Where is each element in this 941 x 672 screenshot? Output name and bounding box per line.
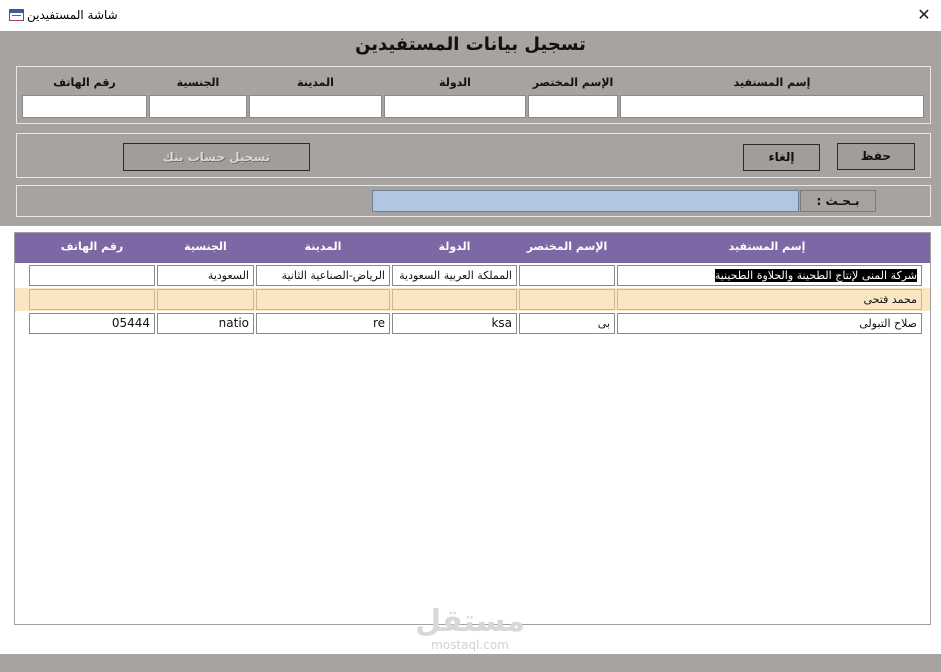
cell-phone[interactable] (29, 265, 155, 286)
phone-input[interactable] (22, 95, 147, 118)
cell-country[interactable] (392, 289, 517, 310)
cancel-button[interactable]: إلغاء (743, 144, 820, 171)
column-header-city: المدينة (304, 240, 342, 253)
watermark-domain: mostaql.com (431, 638, 509, 652)
search-label: بـحـث : (800, 190, 876, 212)
cell-phone[interactable] (29, 289, 155, 310)
column-header-country: الدولة (438, 240, 471, 253)
form-title: تسجيل بيانات المستفيدين (355, 34, 586, 55)
column-header-short-name: الإسم المختصر (526, 240, 608, 253)
column-header-beneficiary-name: إسم المستفيد (728, 240, 806, 253)
cell-nationality[interactable]: السعودية (157, 265, 254, 286)
table-row[interactable]: صلاح التبولى بى ksa re natio 05444 (15, 312, 930, 335)
cell-beneficiary-name[interactable]: صلاح التبولى (617, 313, 922, 334)
column-header-nationality: الجنسية (184, 240, 227, 253)
field-label-nationality: الجنسية (176, 76, 220, 89)
form-footer-bar (0, 654, 941, 672)
field-label-country: الدولة (439, 76, 471, 89)
field-label-short-name: الإسم المختصر (532, 76, 614, 89)
cell-nationality[interactable]: natio (157, 313, 254, 334)
cell-city[interactable]: re (256, 313, 390, 334)
field-label-beneficiary-name: إسم المستفيد (733, 76, 811, 89)
cell-beneficiary-name[interactable]: محمد فتحى (617, 289, 922, 310)
search-input[interactable] (372, 190, 799, 212)
beneficiary-name-input[interactable] (620, 95, 924, 118)
field-label-phone: رقم الهاتف (53, 76, 116, 89)
country-input[interactable] (384, 95, 526, 118)
field-label-city: المدينة (297, 76, 334, 89)
watermark-logo: مستقل (415, 604, 525, 639)
cell-phone[interactable]: 05444 (29, 313, 155, 334)
window-title: شاشة المستفيدين (27, 8, 118, 22)
watermark: مستقل mostaql.com (400, 604, 540, 653)
cell-city[interactable]: الرياض-الصناعية الثانية (256, 265, 390, 286)
column-header-phone: رقم الهاتف (60, 240, 124, 253)
register-bank-account-button[interactable]: تسجيل حساب بنك (123, 143, 310, 171)
cell-city[interactable] (256, 289, 390, 310)
cell-nationality[interactable] (157, 289, 254, 310)
cell-country[interactable]: ksa (392, 313, 517, 334)
save-button[interactable]: حفظ (837, 143, 915, 170)
cell-country[interactable]: المملكة العربية السعودية (392, 265, 517, 286)
cell-short-name[interactable]: بى (519, 313, 615, 334)
table-row[interactable]: محمد فتحى (15, 288, 930, 311)
cell-short-name[interactable] (519, 289, 615, 310)
city-input[interactable] (249, 95, 382, 118)
cell-beneficiary-name[interactable]: شركة المنى لإنتاج الطحينة والحلاوة الطحي… (617, 265, 922, 286)
title-bar: شاشة المستفيدين ✕ (0, 0, 941, 31)
form-app-icon (9, 9, 24, 21)
short-name-input[interactable] (528, 95, 618, 118)
close-icon[interactable]: ✕ (912, 4, 936, 26)
table-row[interactable]: شركة المنى لإنتاج الطحينة والحلاوة الطحي… (15, 264, 930, 287)
cell-short-name[interactable] (519, 265, 615, 286)
nationality-input[interactable] (149, 95, 247, 118)
